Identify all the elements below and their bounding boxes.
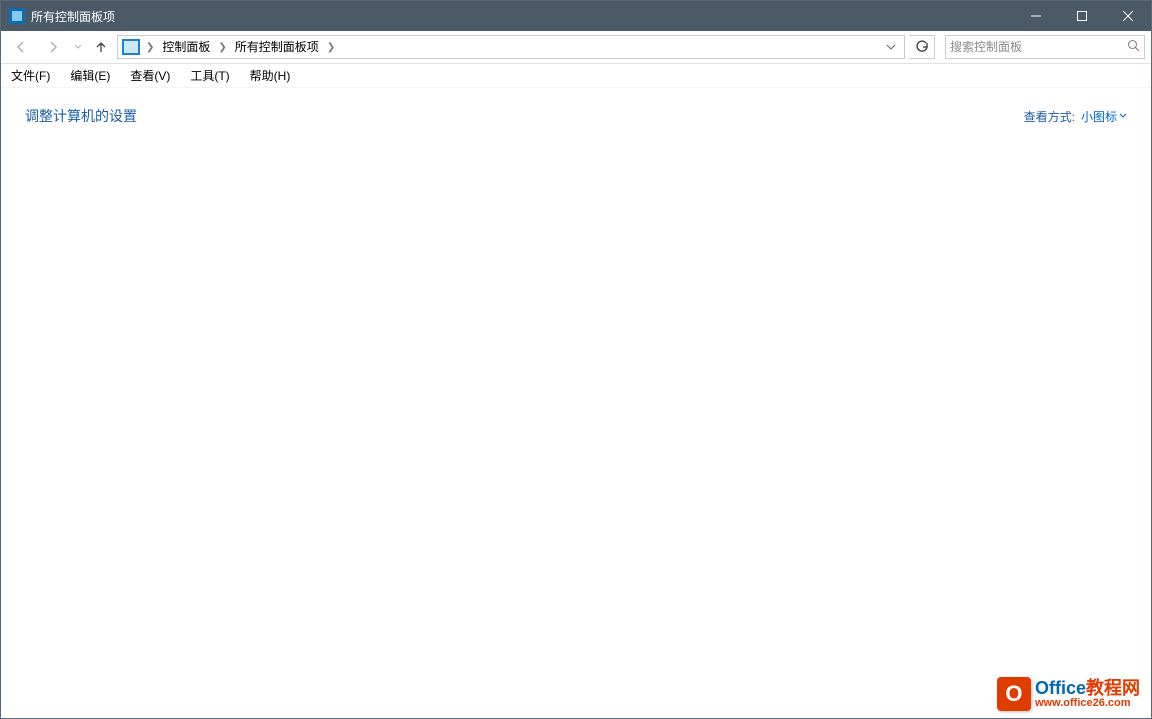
control-panel-icon	[9, 8, 25, 24]
chevron-down-icon	[1119, 112, 1127, 120]
content-header: 调整计算机的设置 查看方式: 小图标	[25, 106, 1127, 138]
forward-button[interactable]	[39, 35, 67, 59]
window-title: 所有控制面板项	[31, 8, 115, 25]
page-title: 调整计算机的设置	[25, 106, 137, 126]
menu-edit[interactable]: 编辑(E)	[66, 65, 114, 86]
menu-file[interactable]: 文件(F)	[7, 65, 54, 86]
navbar: ❯ 控制面板 ❯ 所有控制面板项 ❯	[1, 31, 1151, 64]
search-input[interactable]	[950, 40, 1127, 54]
address-bar[interactable]: ❯ 控制面板 ❯ 所有控制面板项 ❯	[117, 35, 905, 59]
chevron-right-icon[interactable]: ❯	[144, 42, 156, 53]
view-by-dropdown[interactable]: 小图标	[1081, 108, 1127, 125]
menu-tools[interactable]: 工具(T)	[186, 65, 233, 86]
view-by-label: 查看方式:	[1024, 108, 1075, 125]
breadcrumb-root[interactable]: 控制面板	[158, 36, 214, 58]
maximize-button[interactable]	[1059, 1, 1105, 31]
chevron-right-icon[interactable]: ❯	[325, 42, 337, 53]
watermark-icon: O	[997, 677, 1031, 711]
breadcrumb-item[interactable]: 所有控制面板项	[231, 36, 323, 58]
watermark-url: www.office26.com	[1035, 698, 1140, 710]
history-dropdown[interactable]	[71, 35, 85, 59]
close-button[interactable]	[1105, 1, 1151, 31]
window-controls	[1013, 1, 1151, 31]
titlebar: 所有控制面板项	[1, 1, 1151, 31]
view-by: 查看方式: 小图标	[1024, 108, 1127, 125]
menu-view[interactable]: 查看(V)	[126, 65, 174, 86]
watermark-brand-cn: 教程网	[1086, 678, 1140, 698]
menu-help[interactable]: 帮助(H)	[246, 65, 295, 86]
refresh-button[interactable]	[909, 35, 935, 59]
search-icon[interactable]	[1127, 39, 1140, 55]
minimize-button[interactable]	[1013, 1, 1059, 31]
watermark-text: Office教程网 www.office26.com	[1035, 679, 1140, 709]
address-dropdown[interactable]	[880, 36, 902, 58]
search-box[interactable]	[945, 35, 1145, 59]
menubar: 文件(F) 编辑(E) 查看(V) 工具(T) 帮助(H)	[1, 64, 1151, 88]
up-button[interactable]	[89, 35, 113, 59]
back-button[interactable]	[7, 35, 35, 59]
chevron-right-icon[interactable]: ❯	[216, 42, 228, 53]
control-panel-icon	[122, 39, 140, 55]
watermark-brand: Office	[1035, 678, 1086, 698]
view-by-value: 小图标	[1081, 108, 1117, 125]
content-area: 调整计算机的设置 查看方式: 小图标	[1, 88, 1151, 156]
watermark: O Office教程网 www.office26.com	[997, 677, 1140, 711]
